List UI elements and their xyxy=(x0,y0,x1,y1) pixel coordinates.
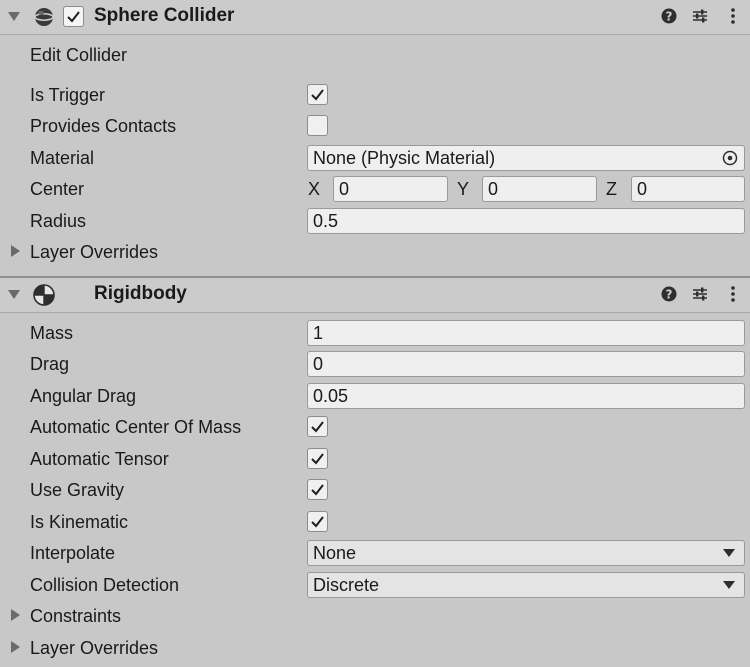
collision-detection-label: Collision Detection xyxy=(30,575,180,595)
more-menu-icon[interactable] xyxy=(725,7,741,25)
center-y-label[interactable]: Y xyxy=(457,177,469,201)
help-icon[interactable]: ? xyxy=(661,286,677,302)
checkmark-icon xyxy=(311,89,324,101)
foldout-arrow-icon[interactable] xyxy=(8,290,20,299)
automatic-center-of-mass-checkbox[interactable] xyxy=(307,416,328,437)
use-gravity-label: Use Gravity xyxy=(30,480,125,500)
component-title: Sphere Collider xyxy=(94,5,235,26)
center-y-field[interactable]: 0 xyxy=(482,176,597,202)
radius-field[interactable]: 0.5 xyxy=(307,208,745,234)
dropdown-arrow-icon[interactable] xyxy=(723,580,735,590)
more-menu-icon[interactable] xyxy=(725,285,741,303)
center-z-label[interactable]: Z xyxy=(606,177,617,201)
drag-field[interactable]: 0 xyxy=(307,351,745,377)
provides-contacts-checkbox[interactable] xyxy=(307,115,328,136)
interpolate-label: Interpolate xyxy=(30,543,116,563)
sphere-collider-header[interactable]: Sphere Collider ? xyxy=(0,0,750,35)
center-x-field[interactable]: 0 xyxy=(333,176,448,202)
center-y-value: 0 xyxy=(488,179,499,199)
radius-label: Radius xyxy=(30,211,87,231)
angular-drag-label: Angular Drag xyxy=(30,386,137,406)
checkmark-icon xyxy=(311,484,324,496)
interpolate-dropdown[interactable]: None xyxy=(307,540,745,566)
svg-text:?: ? xyxy=(666,10,673,24)
sphere-collider-icon xyxy=(34,8,54,26)
material-value: None (Physic Material) xyxy=(313,148,496,168)
use-gravity-checkbox[interactable] xyxy=(307,479,328,500)
is-trigger-checkbox[interactable] xyxy=(307,84,328,105)
foldout-arrow-icon[interactable] xyxy=(11,609,20,621)
center-z-field[interactable]: 0 xyxy=(631,176,745,202)
object-picker-icon[interactable] xyxy=(721,149,739,167)
mass-field[interactable]: 1 xyxy=(307,320,745,346)
automatic-tensor-label: Automatic Tensor xyxy=(30,449,169,469)
dropdown-arrow-icon[interactable] xyxy=(723,548,735,558)
component-title: Rigidbody xyxy=(94,283,187,304)
foldout-arrow-icon[interactable] xyxy=(11,245,20,257)
rigidbody-icon xyxy=(33,284,55,306)
angular-drag-field[interactable]: 0.05 xyxy=(307,383,745,409)
is-kinematic-label: Is Kinematic xyxy=(30,512,129,532)
mass-value: 1 xyxy=(313,323,324,343)
material-field[interactable]: None (Physic Material) xyxy=(307,145,745,171)
svg-text:?: ? xyxy=(666,288,673,302)
collision-detection-value: Discrete xyxy=(313,575,380,595)
mass-label: Mass xyxy=(30,323,74,343)
help-icon[interactable]: ? xyxy=(661,8,677,24)
component-enabled-checkbox[interactable] xyxy=(63,6,84,27)
angular-drag-value: 0.05 xyxy=(313,386,349,406)
automatic-tensor-checkbox[interactable] xyxy=(307,448,328,469)
presets-icon[interactable] xyxy=(692,286,708,302)
foldout-arrow-icon[interactable] xyxy=(11,641,20,653)
checkmark-icon xyxy=(311,421,324,433)
center-z-value: 0 xyxy=(637,179,648,199)
automatic-center-of-mass-label: Automatic Center Of Mass xyxy=(30,417,242,437)
collision-detection-dropdown[interactable]: Discrete xyxy=(307,572,745,598)
material-label: Material xyxy=(30,148,95,168)
drag-label: Drag xyxy=(30,354,70,374)
constraints-foldout[interactable]: Constraints xyxy=(30,604,121,628)
foldout-arrow-icon[interactable] xyxy=(8,12,20,21)
drag-value: 0 xyxy=(313,354,324,374)
is-trigger-label: Is Trigger xyxy=(30,85,106,105)
rigidbody-header[interactable]: Rigidbody ? xyxy=(0,278,750,313)
center-x-label[interactable]: X xyxy=(308,177,320,201)
checkmark-icon xyxy=(311,453,324,465)
checkmark-icon xyxy=(311,516,324,528)
checkmark-icon xyxy=(67,11,80,23)
presets-icon[interactable] xyxy=(692,8,708,24)
radius-value: 0.5 xyxy=(313,211,339,231)
is-kinematic-checkbox[interactable] xyxy=(307,511,328,532)
edit-collider-label[interactable]: Edit Collider xyxy=(30,43,127,67)
provides-contacts-label: Provides Contacts xyxy=(30,116,177,136)
center-label: Center xyxy=(30,179,85,199)
center-x-value: 0 xyxy=(339,179,350,199)
interpolate-value: None xyxy=(313,543,357,563)
layer-overrides-foldout[interactable]: Layer Overrides xyxy=(30,636,158,660)
layer-overrides-foldout[interactable]: Layer Overrides xyxy=(30,240,158,264)
